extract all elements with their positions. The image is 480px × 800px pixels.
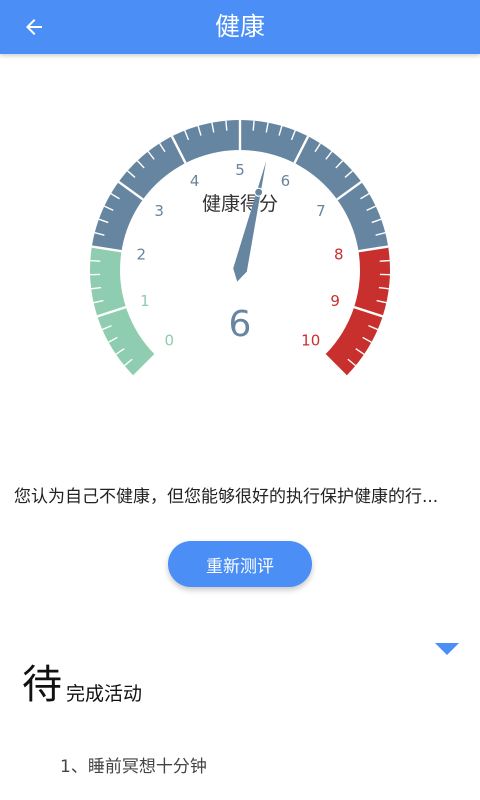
gauge-needle [233,161,267,282]
gauge-tick-label: 2 [136,245,146,263]
pending-heading-char: 待 [22,662,62,708]
gauge-tick-label: 1 [140,292,150,310]
health-gauge: 0 1 2 3 4 5 6 7 8 9 10 健康得分 6 [0,80,480,390]
gauge-tick-label: 0 [165,332,175,350]
triangle-down-icon[interactable] [435,643,459,657]
gauge-needle-joint [254,187,264,197]
gauge-dial: 0 1 2 3 4 5 6 7 8 9 10 健康得分 6 [90,119,390,377]
gauge-minor-tick [90,259,101,262]
retest-button[interactable]: 重新测评 [168,541,312,587]
activity-item[interactable]: 1、睡前冥想十分钟 [60,752,207,777]
app-bar: 健康 [0,0,480,54]
gauge-zone-0 [90,246,156,377]
page-title: 健康 [214,12,265,41]
gauge-tick-label: 3 [154,202,164,220]
gauge-minor-tick [252,120,255,131]
pending-heading-label: 完成活动 [66,683,143,705]
gauge-tick-label: 4 [190,172,200,190]
gauge-minor-tick [225,120,228,131]
gauge-minor-tick [379,259,390,262]
gauge-tick-label: 7 [316,202,326,220]
gauge-tick-label: 6 [281,172,291,190]
gauge-tick-label: 8 [334,245,344,263]
health-summary-text: 您认为自己不健康，但您能够很好的执行保护健康的行... [14,487,439,507]
gauge-tick-label: 10 [301,332,320,350]
gauge-score-value: 6 [229,304,252,345]
gauge-tick-label: 5 [235,161,245,179]
gauge-tick-label: 9 [330,292,340,310]
gauge-title: 健康得分 [202,193,278,215]
gauge-zone-2 [324,246,390,377]
